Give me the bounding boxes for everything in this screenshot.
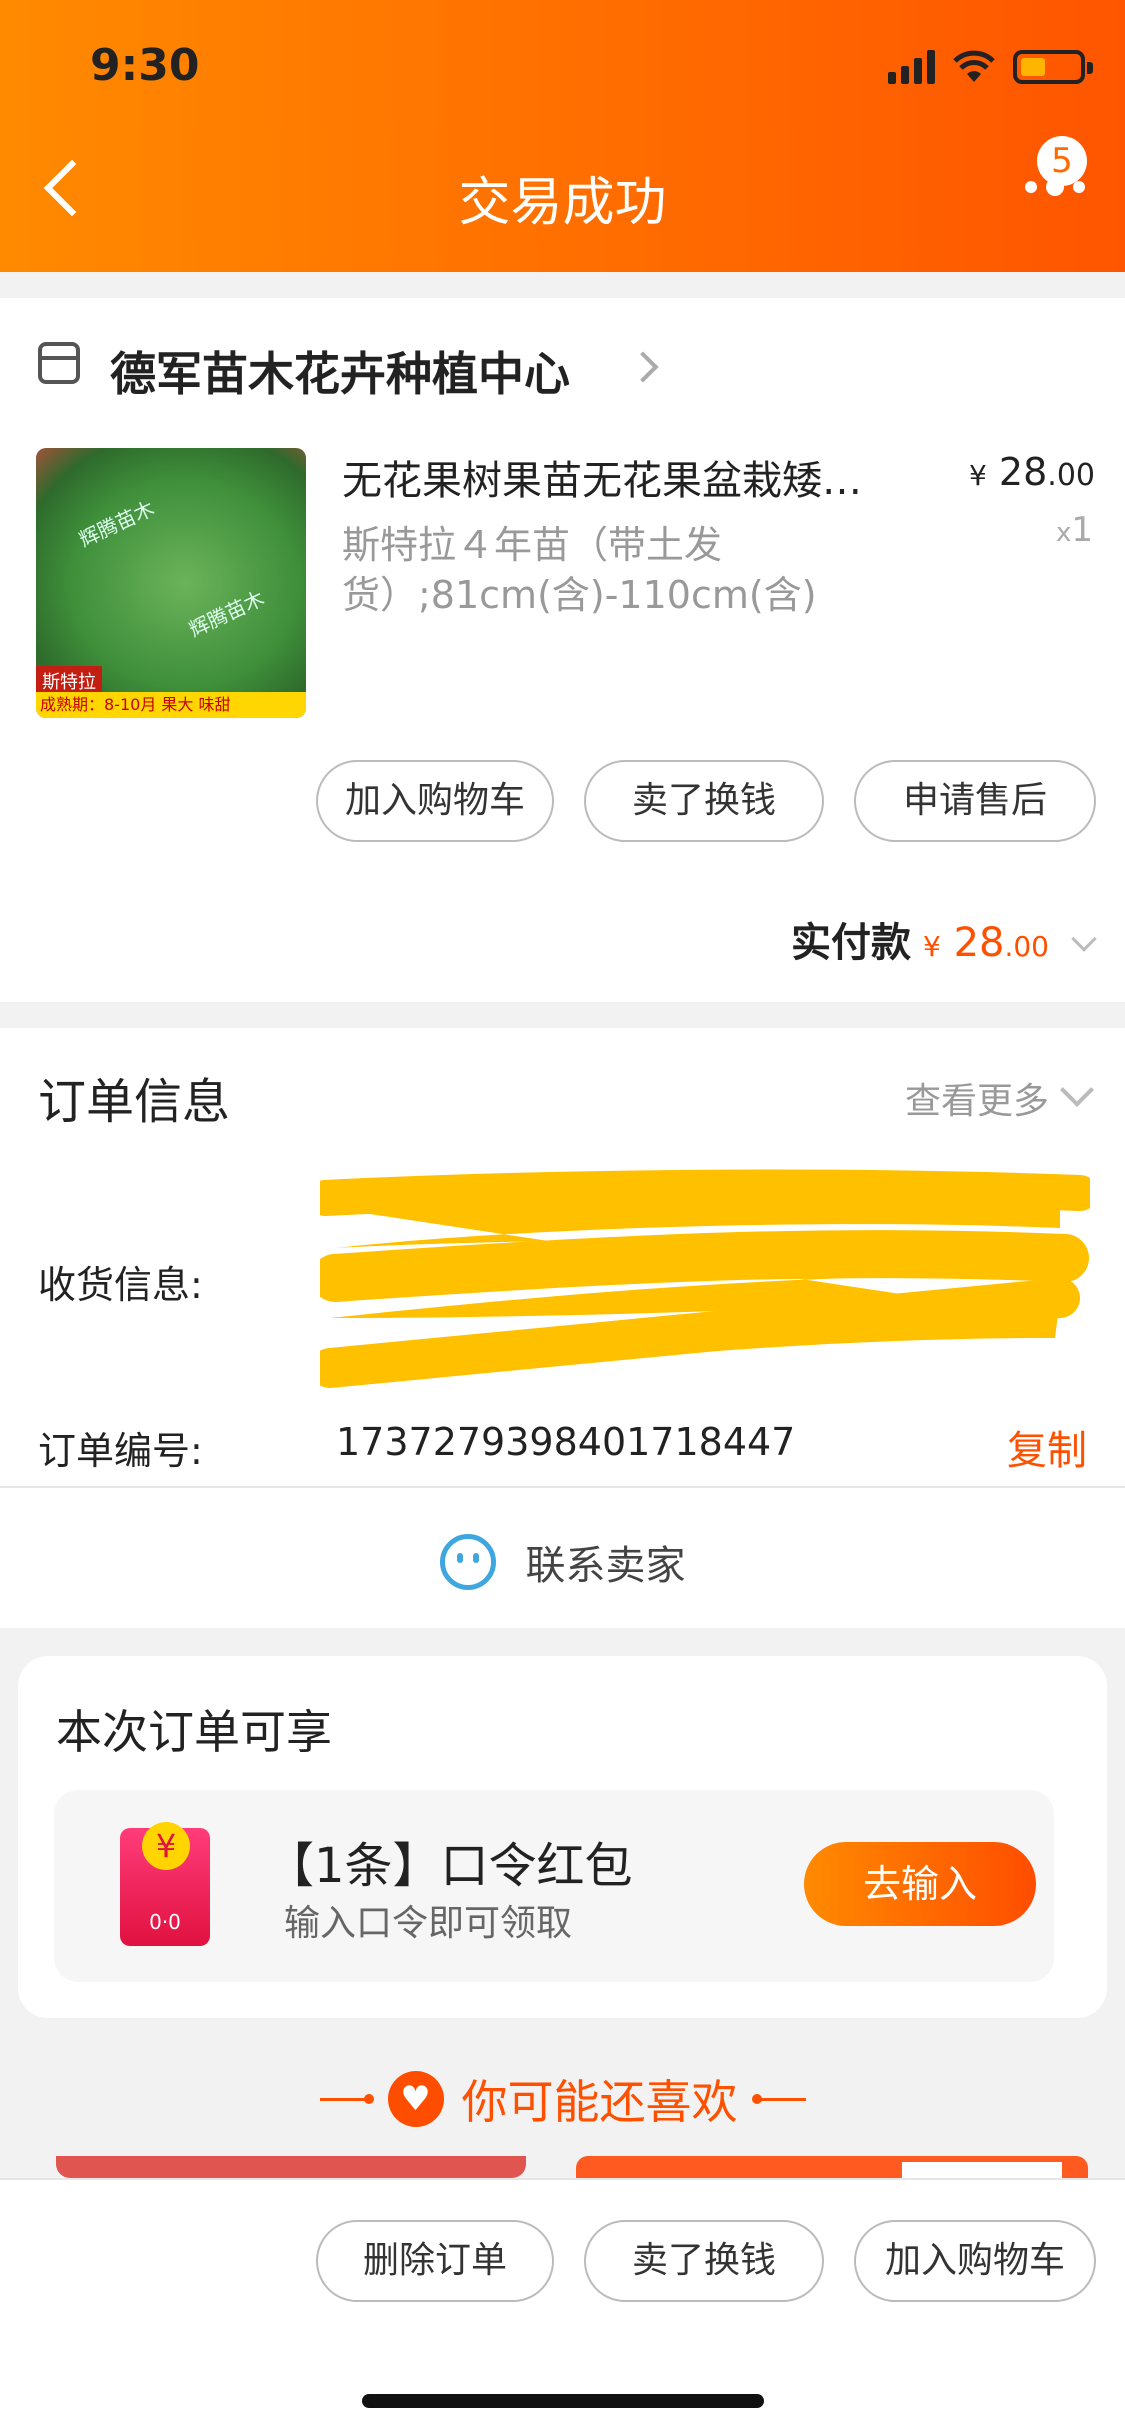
coupon-subtitle: 输入口令即可领取 [284, 1903, 573, 1944]
benefit-title: 本次订单可享 [56, 1705, 332, 1759]
order-number: 1737279398401718447 [336, 1420, 796, 1464]
sell-button[interactable]: 卖了换钱 [584, 2220, 824, 2302]
store-icon [38, 342, 80, 384]
benefit-card: 本次订单可享 【1条】口令红包 输入口令即可领取 去输入 [18, 1656, 1107, 2018]
coupon-title: 【1条】口令红包 [266, 1838, 633, 1894]
heart-icon: ♥ [387, 2071, 444, 2127]
product-price: ¥ 28.00 [969, 450, 1095, 494]
product-title[interactable]: 无花果树果苗无花果盆栽矮… [342, 448, 912, 506]
header: 9:30 交易成功 5 [0, 0, 1125, 272]
divider-line [319, 2093, 374, 2104]
chevron-right-icon[interactable] [627, 351, 659, 383]
chevron-down-icon [1060, 1073, 1094, 1107]
delete-order-button[interactable]: 删除订单 [316, 2220, 554, 2302]
order-number-label: 订单编号: [38, 1429, 203, 1473]
recommend-card-peek[interactable] [56, 2156, 526, 2178]
battery-icon [1013, 50, 1093, 84]
divider [0, 1486, 1125, 1488]
paid-amount-row[interactable]: 实付款 ¥ 28.00 [791, 910, 1097, 968]
order-info-title: 订单信息 [38, 1074, 231, 1130]
more-icon[interactable] [1025, 178, 1085, 196]
add-to-cart-button[interactable]: 加入购物车 [854, 2220, 1096, 2302]
recommend-header: ♥ 你可能还喜欢 [0, 2066, 1125, 2132]
bottom-action-bar: 删除订单 卖了换钱 加入购物车 [0, 2178, 1125, 2436]
add-to-cart-button[interactable]: 加入购物车 [316, 760, 554, 842]
enter-code-button[interactable]: 去输入 [804, 1842, 1036, 1926]
chat-icon [439, 1534, 496, 1590]
page-title: 交易成功 [458, 173, 667, 233]
recommend-title: 你可能还喜欢 [461, 2075, 738, 2129]
order-info-card: 订单信息 查看更多 收货信息: 订单编号: 173727939840171844… [0, 1028, 1125, 1628]
paid-label: 实付款 [791, 920, 912, 966]
signal-icon [888, 50, 935, 84]
divider-line [751, 2093, 806, 2104]
order-item-card: 德军苗木花卉种植中心 辉腾苗木 辉腾苗木 斯特拉 成熟期：8-10月 果大 味甜… [0, 298, 1125, 1002]
sell-button[interactable]: 卖了换钱 [584, 760, 824, 842]
coupon-item: 【1条】口令红包 输入口令即可领取 去输入 [54, 1790, 1054, 1982]
shipping-label: 收货信息: [38, 1263, 203, 1307]
product-spec: 斯特拉４年苗（带土发货）;81cm(含)-110cm(含) [342, 523, 817, 617]
see-more-button[interactable]: 查看更多 [905, 1072, 1094, 1124]
paid-amount: ¥ 28.00 [923, 920, 1049, 966]
status-icons [888, 50, 1093, 84]
product-image[interactable]: 辉腾苗木 辉腾苗木 斯特拉 成熟期：8-10月 果大 味甜 [36, 448, 306, 718]
shop-name[interactable]: 德军苗木花卉种植中心 [110, 338, 570, 404]
home-indicator[interactable] [362, 2394, 764, 2408]
chevron-down-icon[interactable] [1071, 926, 1097, 952]
watermark-text: 辉腾苗木 [185, 586, 268, 642]
status-time: 9:30 [90, 40, 200, 91]
recommend-card-peek[interactable] [576, 2156, 1088, 2178]
image-caption: 成熟期：8-10月 果大 味甜 [36, 692, 306, 718]
wifi-icon [953, 50, 995, 82]
watermark-text: 辉腾苗木 [75, 496, 158, 552]
contact-seller-button[interactable]: 联系卖家 [0, 1506, 1125, 1618]
redaction-scribble [320, 1169, 1090, 1388]
contact-seller-label: 联系卖家 [525, 1543, 686, 1589]
after-sale-button[interactable]: 申请售后 [854, 760, 1096, 842]
copy-button[interactable]: 复制 [1007, 1418, 1087, 1476]
red-packet-icon [120, 1822, 210, 1946]
product-quantity: x1 [1055, 510, 1093, 550]
